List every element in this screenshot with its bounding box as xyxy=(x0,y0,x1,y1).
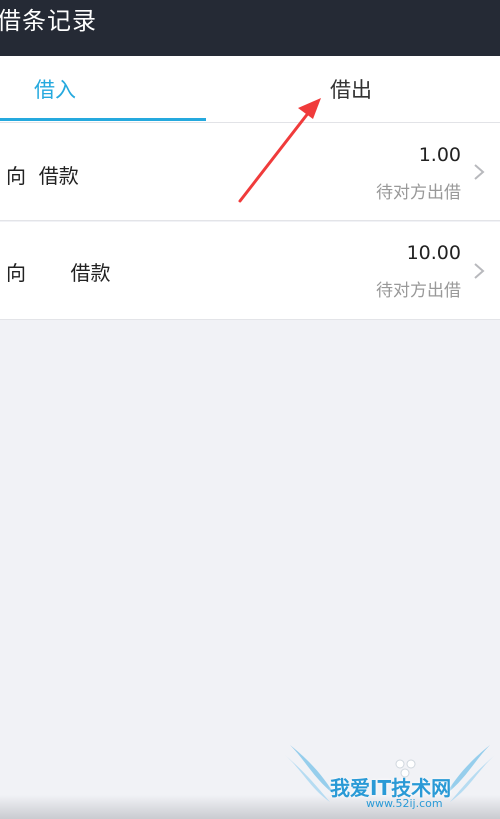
record-amount: 10.00 xyxy=(406,242,461,264)
page-title: 借条记录 xyxy=(0,7,97,35)
tab-lend-out-label: 借出 xyxy=(330,78,372,102)
active-tab-indicator xyxy=(0,118,206,121)
record-row[interactable]: 向 借款 10.00 待对方出借 xyxy=(0,222,500,320)
tab-lend-out[interactable]: 借出 xyxy=(250,56,455,122)
tab-borrow-in-label: 借入 xyxy=(34,78,76,102)
chevron-right-icon xyxy=(474,164,485,180)
record-row[interactable]: 向 借款 1.00 待对方出借 xyxy=(0,123,500,221)
chevron-right-icon xyxy=(474,263,485,279)
record-name: 向 借款 xyxy=(6,164,79,188)
tab-bar: 借入 借出 xyxy=(0,56,500,123)
watermark-url: www.52ij.com xyxy=(366,797,443,810)
record-status: 待对方出借 xyxy=(376,281,461,301)
record-name: 向 借款 xyxy=(6,261,111,285)
record-status: 待对方出借 xyxy=(376,183,461,203)
record-amount: 1.00 xyxy=(418,144,461,166)
title-bar: 借条记录 xyxy=(0,0,500,56)
tab-borrow-in[interactable]: 借入 xyxy=(0,56,205,122)
